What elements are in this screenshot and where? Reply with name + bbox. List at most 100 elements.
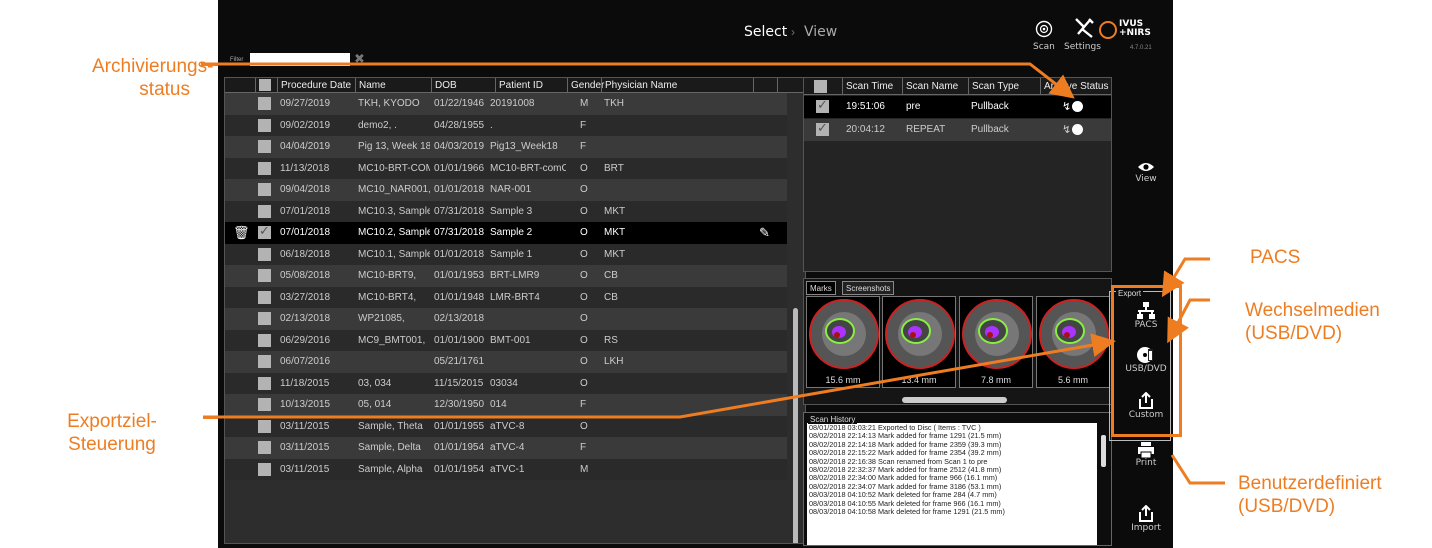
trash-icon[interactable]: 🗑 (233, 222, 250, 244)
clear-filter-icon[interactable]: ✖ (354, 51, 365, 67)
cell-patient-id: aTVC-4 (490, 442, 525, 453)
patient-scrollbar[interactable] (793, 308, 798, 543)
mark-thumbnail[interactable]: 15.6 mm (806, 296, 880, 388)
table-row[interactable]: 02/13/2018 WP21085, 02/13/2018 O (225, 308, 787, 330)
cell-gender: O (580, 270, 588, 281)
row-checkbox[interactable] (258, 290, 271, 304)
header-select-all[interactable] (255, 78, 275, 93)
table-row[interactable]: 09/02/2019 demo2, . 04/28/1955. F (225, 114, 787, 136)
header-procedure-date[interactable]: Procedure Date (277, 78, 355, 93)
cell-gender: M (580, 463, 589, 475)
nav-select[interactable]: Select (744, 24, 787, 40)
cell-patient-id: BRT-LMR9 (490, 270, 540, 281)
table-row[interactable]: 11/18/2015 03, 034 11/15/2015 03034 O (225, 372, 787, 394)
table-row[interactable]: 11/13/2018 MC10-BRT-COM0... 01/01/1966 MC10… (225, 157, 787, 179)
table-row[interactable]: 07/01/2018 MC10.3, Sample3 07/31/2018 Sampl… (225, 200, 787, 222)
table-row[interactable]: 03/11/2015 Sample, Delta 01/01/1954 aTVC-4 F (225, 437, 787, 459)
filter-input[interactable] (250, 53, 350, 66)
mark-thumbnail[interactable]: 13.4 mm (882, 296, 956, 388)
cell-gender: O (580, 162, 588, 174)
row-checkbox[interactable] (258, 269, 271, 282)
header-dob[interactable]: DOB (431, 78, 495, 93)
table-row[interactable]: 09/27/2019 TKH, KYODO 01/22/1946 20191008 M T… (225, 93, 787, 115)
table-row[interactable]: 06/18/2018 MC10.1, Sample1 01/01/2018 Sampl… (225, 243, 787, 265)
row-checkbox[interactable] (258, 441, 271, 454)
cell-procedure-date: 03/27/2018 (280, 291, 331, 303)
row-checkbox[interactable] (258, 140, 271, 153)
header-patient-id[interactable]: Patient ID (495, 78, 567, 93)
cell-procedure-date: 03/11/2015 (280, 420, 330, 432)
table-row[interactable]: 03/11/2015 Sample, Alpha 01/01/1954 aTVC-1 M (225, 458, 787, 480)
nav-view[interactable]: View (804, 24, 837, 40)
row-checkbox[interactable] (258, 462, 271, 476)
scan-header-type[interactable]: Scan Type (968, 78, 1040, 95)
row-checkbox[interactable] (258, 204, 271, 218)
cell-procedure-date: 07/01/2018 (280, 205, 331, 217)
row-checkbox[interactable] (258, 118, 271, 132)
table-row[interactable]: 10/13/2015 05, 014 12/30/1950 014 F (225, 394, 787, 416)
cell-name: TKH, KYODO (358, 98, 420, 109)
cell-gender: O (580, 356, 588, 367)
tab-screenshots[interactable]: Screenshots (842, 281, 895, 295)
scan-header-name[interactable]: Scan Name (902, 78, 968, 95)
scan-row[interactable]: 19:51:06 pre Pullback ↯ (804, 96, 1111, 118)
table-row[interactable]: 03/11/2015 Sample, Theta 01/01/1955 aTVC-8 O (225, 415, 787, 437)
table-row[interactable]: 04/04/2019 Pig 13, Week 18 04/03/2019 Pig13… (225, 136, 787, 158)
marks-scrollbar[interactable] (902, 397, 1007, 403)
scan-button[interactable] (1033, 20, 1055, 41)
cell-physician: LKH (604, 356, 624, 367)
settings-button[interactable] (1070, 17, 1098, 42)
table-row[interactable]: 06/29/2016 MC9_BMT001, 01/01/1900 BMT-001 O R… (225, 329, 787, 351)
row-checkbox[interactable] (258, 161, 271, 175)
print-button[interactable]: Print (1121, 442, 1171, 468)
settings-label: Settings (1064, 42, 1101, 52)
mark-thumbnail[interactable]: 7.8 mm (959, 296, 1033, 388)
scan-header-time[interactable]: Scan Time (842, 78, 902, 95)
cell-gender: O (580, 313, 588, 324)
cell-procedure-date: 05/08/2018 (280, 270, 331, 281)
cell-dob: 01/01/1900 (434, 334, 485, 346)
cell-dob: 07/31/2018 (434, 205, 485, 217)
cell-dob: 11/15/2015 (434, 377, 484, 389)
table-row[interactable]: 09/04/2018 MC10_NAR001, 01/01/2018 NAR-001 O (225, 179, 787, 201)
tab-marks[interactable]: Marks (806, 281, 836, 295)
history-scrollbar[interactable] (1101, 435, 1106, 467)
row-checkbox[interactable] (258, 419, 271, 433)
row-checkbox[interactable] (258, 223, 271, 239)
scan-checkbox[interactable] (816, 97, 829, 113)
row-checkbox[interactable] (258, 398, 271, 411)
import-button[interactable]: Import (1121, 505, 1171, 533)
cell-dob: 01/01/1954 (434, 463, 485, 475)
cell-procedure-date: 09/04/2018 (280, 184, 331, 195)
mark-thumbnail[interactable]: 5.6 mm (1036, 296, 1110, 388)
row-checkbox[interactable] (258, 312, 271, 325)
header-name[interactable]: Name (355, 78, 431, 93)
cell-gender: O (580, 205, 588, 217)
header-gender[interactable]: Gender (567, 78, 604, 93)
table-row[interactable]: 06/07/2016 05/21/1761 O LKH (225, 351, 787, 373)
export-buttons: PACS USB/DVD Custom Print Import (1121, 0, 1173, 548)
row-checkbox[interactable] (258, 97, 271, 110)
cell-procedure-date: 07/01/2018 (280, 227, 331, 238)
scan-row[interactable]: 20:04:12 REPEAT Pullback ↯ (804, 119, 1111, 141)
filter-label: Filter (230, 57, 244, 63)
table-row[interactable]: 05/08/2018 MC10-BRT9, 01/01/1953 BRT-LMR9 O C… (225, 265, 787, 287)
row-checkbox[interactable] (258, 333, 271, 347)
scan-checkbox[interactable] (816, 120, 829, 136)
scan-header-archive-status[interactable]: Archive Status (1040, 78, 1111, 95)
scan-header-select[interactable] (804, 78, 842, 95)
header-physician[interactable]: Physician Name (601, 78, 753, 93)
cell-dob: 02/13/2018 (434, 313, 485, 324)
edit-pencil-icon[interactable]: ✎ (759, 222, 770, 244)
cell-gender: O (580, 334, 588, 346)
table-row[interactable]: 🗑 ✎ 07/01/2018 MC10.2, Sample2 07/31/2018 Sam… (225, 222, 787, 244)
table-row[interactable]: 03/27/2018 MC10-BRT4, 01/01/1948 LMR-BRT4 O C… (225, 286, 787, 308)
row-checkbox[interactable] (258, 355, 271, 368)
usb-status-icon: ↯ (1062, 101, 1072, 113)
row-checkbox[interactable] (258, 376, 271, 390)
scan-history-log: 08/01/2018 03:03:21 Exported to Disc ( I… (807, 423, 1097, 545)
row-checkbox[interactable] (258, 183, 271, 196)
cell-name: MC10.3, Sample3 (358, 205, 430, 217)
cell-gender: F (580, 141, 587, 152)
row-checkbox[interactable] (258, 247, 271, 261)
